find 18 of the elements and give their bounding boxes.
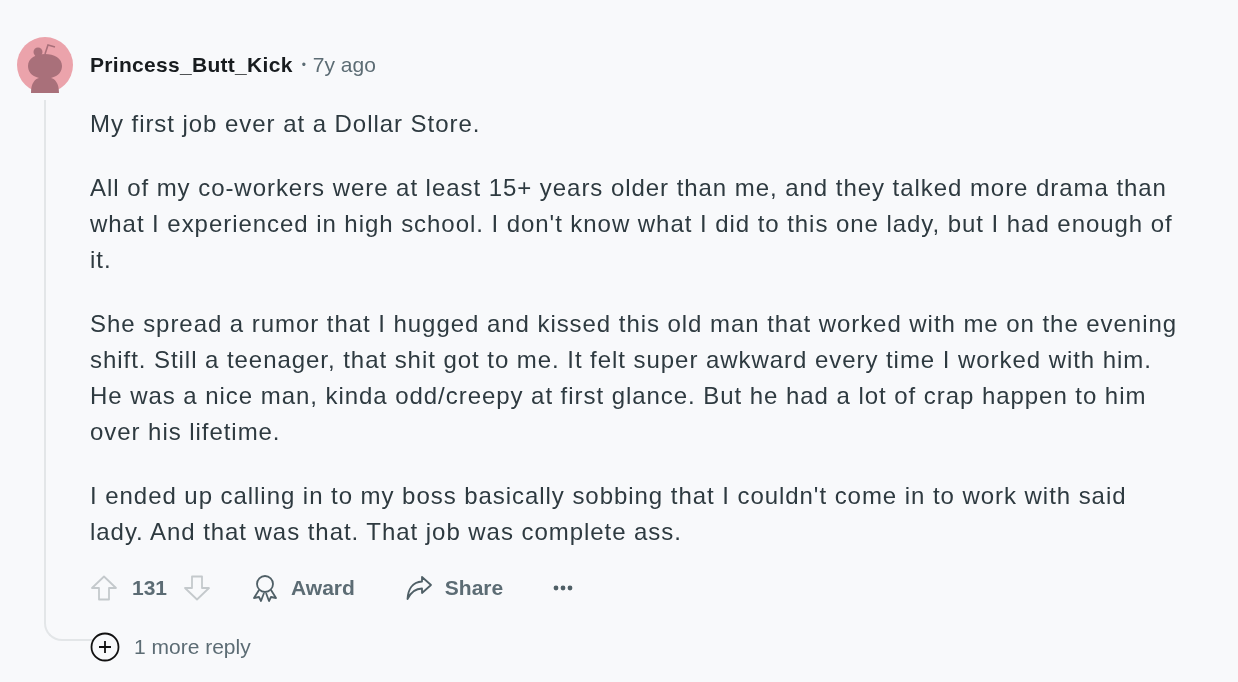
award-button[interactable]: Award <box>241 568 365 608</box>
ribbon-medal-icon <box>251 574 280 602</box>
plus-circle-icon[interactable] <box>90 632 120 662</box>
comment-paragraph: I ended up calling in to my boss basically sobbing that I couldn't come in to work with said lady. And that was that. That job was complete ass. <box>90 481 1128 547</box>
comment-paragraph: She spread a rumor that I hugged and kissed this old man that worked with me on the evening shift. Still a teenager, that shit got to me. It felt super awkward every time I worked with him. He was a nice man, kinda odd/creepy at first glance. But he had a lot of crap happen to him over his lifetime. <box>90 309 1179 447</box>
share-button[interactable]: Share <box>394 568 514 608</box>
username[interactable]: Princess_Butt_Kick <box>90 53 293 77</box>
more-icon <box>553 585 574 591</box>
comment-paragraph: My first job ever at a Dollar Store. <box>90 109 482 139</box>
avatar-icon <box>17 37 73 93</box>
comment-time: 7y ago <box>312 53 376 77</box>
down-arrow-icon <box>183 575 212 601</box>
up-arrow-icon <box>90 575 118 601</box>
curved-arrow-icon <box>404 574 433 602</box>
vote-count: 131 <box>132 576 168 600</box>
more-replies-link[interactable]: 1 more reply <box>134 635 251 659</box>
separator-dot: • <box>301 58 306 72</box>
comment-paragraph: All of my co-workers were at least 15+ years older than me, and they talked more drama than what I experienced in high school. I don't know what I did to this one lady, but I had enough of it. <box>90 173 1174 275</box>
